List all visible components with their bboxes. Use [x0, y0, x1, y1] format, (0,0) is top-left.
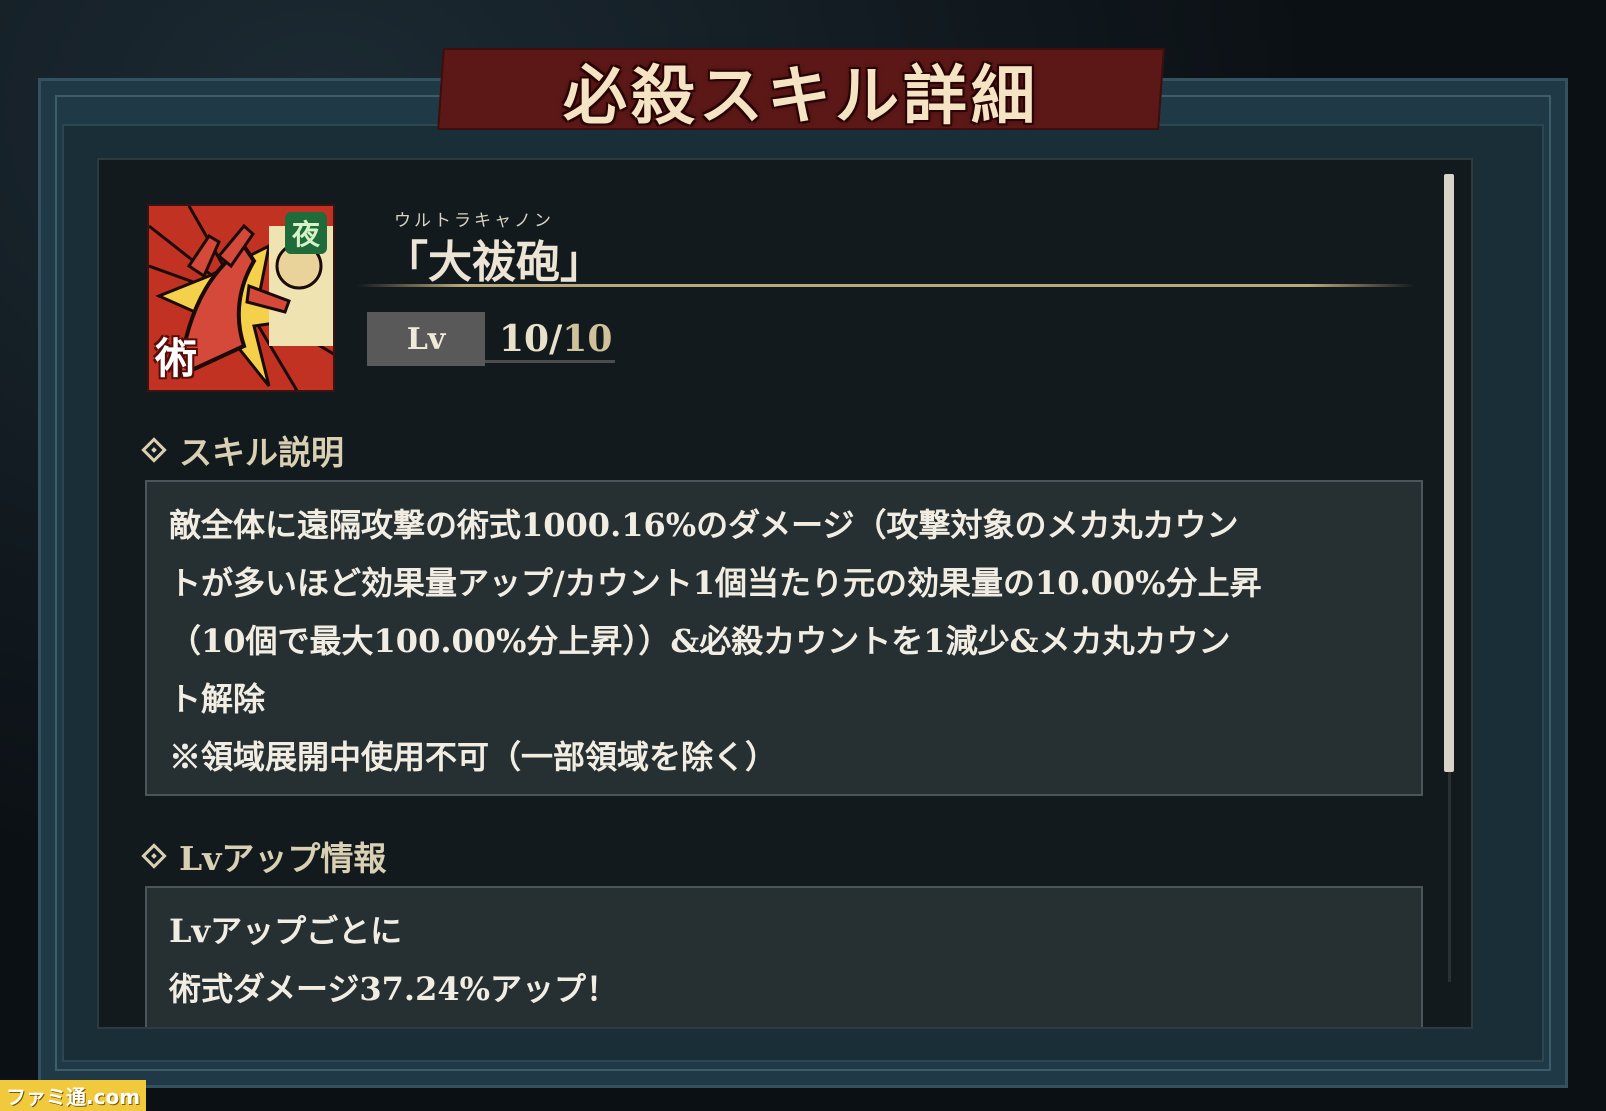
- skill-name: 「大祓砲」: [384, 237, 604, 288]
- skill-description-title: スキル説明: [179, 433, 344, 472]
- skill-description-box: 敵全体に遠隔攻撃の術式1000.16%のダメージ（攻撃対象のメカ丸カウン トが多…: [145, 480, 1423, 796]
- level-separator: /: [549, 318, 563, 360]
- lv-up-info-header: Lvアップ情報: [141, 832, 387, 880]
- diamond-bullet-icon: [141, 437, 167, 463]
- jutsu-type-label: 術: [155, 334, 198, 383]
- lv-up-info-box: Lvアップごとに 術式ダメージ37.24%アップ！: [145, 886, 1423, 1027]
- scrollbar-thumb[interactable]: [1444, 174, 1454, 772]
- skill-detail-panel[interactable]: 夜 術 ウルトラキャノン 「大祓砲」 Lv 10/10 スキル説明 敵全体に遠隔…: [97, 158, 1473, 1029]
- description-line: 敵全体に遠隔攻撃の術式1000.16%のダメージ（攻撃対象のメカ丸カウン: [169, 506, 1239, 544]
- night-badge-icon: 夜: [285, 212, 327, 254]
- page-title: 必殺スキル詳細: [563, 59, 1039, 134]
- level-current: 10: [499, 318, 550, 360]
- description-line: ト解除: [169, 680, 266, 718]
- level-label-box: Lv: [367, 312, 485, 366]
- site-watermark-logo: ファミ通.com: [0, 1080, 147, 1111]
- lv-up-line: Lvアップごとに: [169, 912, 403, 950]
- jutsu-skill-icon: 夜 術: [147, 204, 335, 392]
- level-max: 10: [562, 318, 613, 360]
- skill-description-header: スキル説明: [141, 426, 344, 474]
- diamond-bullet-icon: [141, 843, 167, 869]
- lv-up-line: 術式ダメージ37.24%アップ！: [169, 970, 619, 1008]
- lv-up-info-title: Lvアップ情報: [179, 839, 387, 878]
- description-line: ※領域展開中使用不可（一部領域を除く）: [169, 738, 778, 776]
- description-line: （10個で最大100.00%分上昇））&必殺カウントを1減少&メカ丸カウン: [169, 622, 1231, 660]
- level-value: 10/10: [499, 312, 612, 366]
- skill-detail-screen: 必殺スキル詳細 夜 術 ウルトラキャノン 「大祓砲」 Lv 10 / 10 スキ…: [0, 0, 1606, 1111]
- name-divider: [357, 284, 1415, 287]
- level-underline: [485, 360, 615, 363]
- description-line: トが多いほど効果量アップ/カウント1個当たり元の効果量の10.00%分上昇: [169, 564, 1262, 602]
